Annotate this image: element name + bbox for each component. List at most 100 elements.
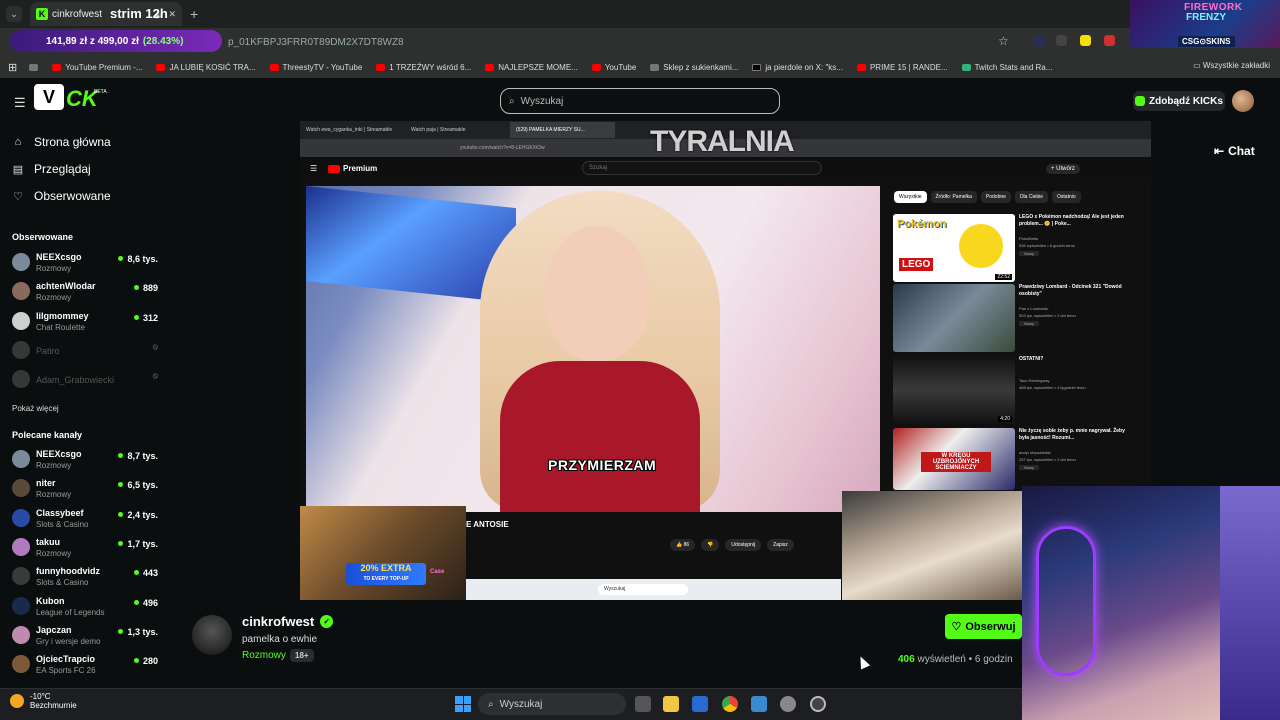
channel-category: Chat Roulette: [36, 322, 85, 332]
chrome-icon[interactable]: [722, 696, 738, 712]
task-view-icon[interactable]: [635, 696, 651, 712]
thumb-police-label: W KRĘGU UZBROJONYCH ŚCIEMNIACZY: [921, 452, 991, 472]
thumb-pokemon-label: Pokémon: [897, 218, 947, 230]
inner-video-actions: 👍 86 👎 Udostępnij Zapisz: [670, 539, 794, 551]
sidebar-video-channel: PokoMafia: [1019, 236, 1038, 241]
bookmark-item[interactable]: [29, 63, 39, 71]
youtube-icon: [269, 63, 279, 71]
channel-item[interactable]: Japczan Gry i wersje demo 1,3 tys.: [12, 623, 162, 651]
bookmark-label: jа pierdole on X: "ks...: [765, 62, 843, 72]
windows-start-icon[interactable]: [455, 696, 471, 712]
channel-category: Gry i wersje demo: [36, 636, 101, 646]
tab-close-icon[interactable]: ✕: [168, 9, 176, 20]
nav-home[interactable]: ⌂ Strona główna: [12, 135, 111, 149]
settings-gear-icon[interactable]: [780, 696, 796, 712]
channel-name: Kubon: [36, 595, 65, 606]
bookmark-item[interactable]: Twitch Stats and Ra...: [961, 63, 1052, 72]
url-text[interactable]: p_01KFBPJ3FRR0T89DM2X7DT8WZ8: [228, 37, 404, 48]
bookmark-item[interactable]: 1 TRZEŹWY wśród 6...: [376, 63, 471, 72]
nav-browse[interactable]: ▤ Przeglądaj: [12, 162, 91, 176]
youtube-logo: Premium: [328, 164, 377, 173]
channel-item[interactable]: NEEXcsgo Rozmowy 8,6 tys.: [12, 250, 162, 278]
channel-item[interactable]: Kubon League of Legends 496: [12, 594, 162, 622]
bookmark-item[interactable]: JA LUBIĘ KOSIĆ TRA...: [156, 63, 256, 72]
extension-icon[interactable]: [1056, 35, 1067, 46]
stream-category[interactable]: Rozmowy: [242, 650, 286, 661]
collapse-icon: ⇤: [1214, 144, 1225, 158]
taskbar-search[interactable]: ⌕ Wyszukaj: [478, 693, 626, 715]
search-input[interactable]: ⌕ Wyszukaj: [500, 88, 780, 114]
bookmark-label: YouTube Premium -...: [65, 62, 143, 72]
user-avatar[interactable]: [1232, 90, 1254, 112]
promo-banner: 20% EXTRA TO EVERY TOP-UP: [346, 563, 426, 585]
chip: Dla Ciebie: [1014, 191, 1049, 203]
bookmark-item[interactable]: PRIME 15 | RANDE...: [856, 63, 948, 72]
banner-line2: FRENZY: [1186, 12, 1226, 23]
follow-button[interactable]: ♡ Obserwuj: [945, 614, 1022, 639]
nav-following[interactable]: ♡ Obserwowane: [12, 189, 111, 203]
bookmark-star-icon[interactable]: ☆: [998, 34, 1009, 48]
channel-name: takuu: [36, 536, 61, 547]
hamburger-menu-icon[interactable]: ☰: [14, 95, 26, 111]
get-kicks-button[interactable]: Zdobądź KICKs: [1133, 91, 1225, 111]
promo-small: TO EVERY TOP-UP: [363, 576, 409, 582]
app-icon[interactable]: [751, 696, 767, 712]
streamer-webcam: [842, 491, 1022, 600]
bookmark-item[interactable]: NAJLEPSZE MOME...: [485, 63, 578, 72]
channel-avatar: [12, 340, 30, 359]
channel-category: Rozmowy: [36, 264, 72, 273]
bookmark-item[interactable]: ThreestyTV - YouTube: [269, 63, 362, 72]
extension-icon[interactable]: [1034, 35, 1045, 46]
tab-menu-chevron-icon[interactable]: ⌄: [6, 6, 22, 22]
sidebar-video-channel: Pan z Lombardu: [1019, 306, 1049, 311]
bookmark-label: Sklep z sukienkami...: [663, 62, 739, 72]
channel-item[interactable]: Patiro ⦸: [12, 338, 162, 366]
channel-avatar: [12, 508, 30, 527]
yt-search: Szukaj: [582, 161, 822, 175]
channel-item[interactable]: takuu Rozmowy 1,7 tys.: [12, 535, 162, 563]
bookmark-item[interactable]: Sklep z sukienkami...: [650, 63, 738, 72]
channel-item[interactable]: NEEXcsgo Rozmowy 8,7 tys.: [12, 447, 162, 475]
chat-toggle-button[interactable]: ⇤ Chat: [1214, 144, 1255, 158]
channel-item[interactable]: funnyhoodvidz Slots & Casino 443: [12, 564, 162, 592]
file-explorer-icon[interactable]: [663, 696, 679, 712]
bookmark-item[interactable]: jа pierdole on X: "ks...: [752, 63, 843, 72]
channel-item[interactable]: Adam_Grabowiecki ⦸: [12, 367, 162, 395]
channel-item[interactable]: niter Rozmowy 6,5 tys.: [12, 476, 162, 504]
thumb-duration: 22:52: [995, 274, 1012, 280]
app-icon[interactable]: [810, 696, 826, 712]
channel-item[interactable]: lilgmommey Chat Roulette 312: [12, 309, 162, 337]
browser-tab-active[interactable]: K cinkrofwest strim 12h 🔈 ✕: [30, 2, 182, 26]
price-tracker-widget[interactable]: 141,89 zł z 499,00 zł (28.43%): [10, 30, 222, 52]
extension-icon[interactable]: [1080, 35, 1091, 46]
x-icon: [752, 63, 762, 71]
bookmark-item[interactable]: YouTube: [591, 63, 636, 72]
streamer-avatar[interactable]: [192, 615, 232, 655]
apps-grid-icon[interactable]: ⊞: [8, 61, 17, 74]
show-more-link[interactable]: Pokaż więcej: [12, 404, 59, 413]
save-button: Zapisz: [767, 539, 794, 551]
channel-item[interactable]: Classybeef Slots & Casino 2,4 tys.: [12, 506, 162, 534]
store-icon[interactable]: [692, 696, 708, 712]
channel-viewers: 443: [134, 568, 158, 578]
channel-viewers: 2,4 tys.: [118, 510, 158, 520]
stream-title: pamelka o ewhie: [242, 634, 318, 645]
bookmark-item[interactable]: YouTube Premium -...: [52, 63, 142, 72]
nav-label: Obserwowane: [34, 189, 111, 203]
channel-name: Adam_Grabowiecki: [36, 375, 115, 386]
channel-avatar: [12, 625, 30, 644]
like-button: 👍 86: [670, 539, 696, 551]
channel-item[interactable]: OjciecTrapcio EA Sports FC 26 280: [12, 652, 162, 680]
search-icon: ⌕: [488, 698, 494, 710]
kick-logo[interactable]: V CK BETA: [34, 84, 107, 111]
channel-viewers: 6,5 tys.: [118, 480, 158, 490]
channel-item[interactable]: achtenWlodar Rozmowy 889: [12, 279, 162, 307]
new-tab-icon[interactable]: +: [190, 6, 198, 22]
streamer-name[interactable]: cinkrofwest ✓: [242, 614, 334, 629]
verified-icon: ✓: [320, 615, 334, 628]
promo-brand: Case: [430, 569, 445, 575]
yt-chips: Wszystkie Źródło: Pamelka Podobne Dla Ci…: [894, 191, 1081, 203]
all-bookmarks[interactable]: ▭ Wszystkie zakładki: [1193, 61, 1270, 70]
weather-widget[interactable]: -10°C Bezchmurnie: [10, 692, 77, 710]
extension-icon[interactable]: [1104, 35, 1115, 46]
